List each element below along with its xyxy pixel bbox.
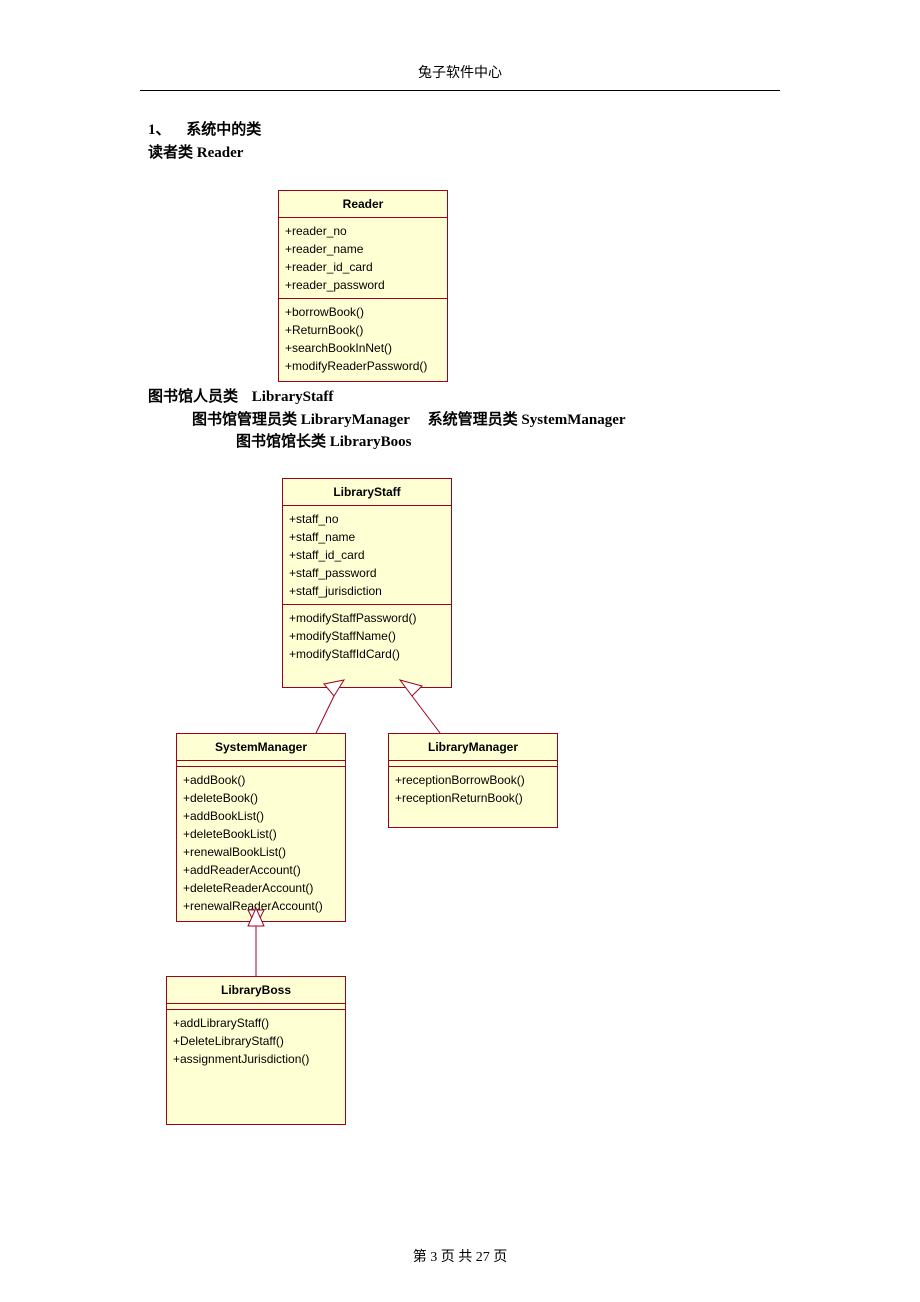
- section-title: 系统中的类: [186, 122, 261, 138]
- uml-op: +renewalReaderAccount(): [183, 897, 339, 915]
- uml-op: +renewalBookList(): [183, 843, 339, 861]
- uml-attr: +staff_jurisdiction: [289, 582, 445, 600]
- uml-ops: +modifyStaffPassword() +modifyStaffName(…: [283, 605, 451, 687]
- uml-op: +borrowBook(): [285, 303, 441, 321]
- uml-ops: +addBook() +deleteBook() +addBookList() …: [177, 767, 345, 921]
- uml-attr: +staff_no: [289, 510, 445, 528]
- uml-op: +addReaderAccount(): [183, 861, 339, 879]
- uml-class-systemmanager: SystemManager +addBook() +deleteBook() +…: [176, 733, 346, 922]
- section-heading: 1、 系统中的类: [148, 119, 772, 142]
- page-number-label: 第 3 页 共 27 页: [413, 1250, 508, 1265]
- uml-attr: +reader_no: [285, 222, 441, 240]
- uml-ops: +receptionBorrowBook() +receptionReturnB…: [389, 767, 557, 827]
- uml-op: +addBook(): [183, 771, 339, 789]
- uml-op: +deleteBookList(): [183, 825, 339, 843]
- page-footer: 第 3 页 共 27 页: [0, 1246, 920, 1266]
- uml-op: +modifyStaffPassword(): [289, 609, 445, 627]
- uml-title: Reader: [279, 191, 447, 218]
- reader-class-label: 读者类 Reader: [148, 142, 772, 165]
- reader-diagram: Reader +reader_no +reader_name +reader_i…: [148, 170, 768, 380]
- uml-class-librarymanager: LibraryManager +receptionBorrowBook() +r…: [388, 733, 558, 828]
- uml-op: +modifyStaffIdCard(): [289, 645, 445, 663]
- uml-attrs: +reader_no +reader_name +reader_id_card …: [279, 218, 447, 299]
- uml-op: +receptionReturnBook(): [395, 789, 551, 807]
- uml-attr: +reader_id_card: [285, 258, 441, 276]
- uml-class-librarystaff: LibraryStaff +staff_no +staff_name +staf…: [282, 478, 452, 688]
- staff-label-pre: 图书馆人员类: [148, 389, 238, 405]
- uml-op: +searchBookInNet(): [285, 339, 441, 357]
- uml-ops: +borrowBook() +ReturnBook() +searchBookI…: [279, 299, 447, 381]
- uml-ops: +addLibraryStaff() +DeleteLibraryStaff()…: [167, 1010, 345, 1124]
- boss-label: 图书馆馆长类 LibraryBoos: [148, 431, 772, 454]
- uml-attr: +reader_password: [285, 276, 441, 294]
- uml-op: +deleteBook(): [183, 789, 339, 807]
- library-staff-heading: 图书馆人员类 LibraryStaff: [148, 386, 772, 409]
- uml-class-libraryboss: LibraryBoss +addLibraryStaff() +DeleteLi…: [166, 976, 346, 1125]
- staff-label-cls: LibraryStaff: [252, 389, 334, 405]
- uml-op: +modifyStaffName(): [289, 627, 445, 645]
- uml-op: +ReturnBook(): [285, 321, 441, 339]
- uml-attr: +staff_password: [289, 564, 445, 582]
- uml-title: SystemManager: [177, 734, 345, 761]
- section-number: 1、: [148, 122, 171, 138]
- uml-attr: +reader_name: [285, 240, 441, 258]
- uml-title: LibraryStaff: [283, 479, 451, 506]
- subclasses-line-1: 图书馆管理员类 LibraryManager 系统管理员类 SystemMana…: [148, 409, 772, 432]
- uml-attr: +staff_id_card: [289, 546, 445, 564]
- uml-class-reader: Reader +reader_no +reader_name +reader_i…: [278, 190, 448, 382]
- uml-op: +deleteReaderAccount(): [183, 879, 339, 897]
- sm-label: 系统管理员类 SystemManager: [428, 412, 626, 428]
- uml-attr: +staff_name: [289, 528, 445, 546]
- uml-title: LibraryBoss: [167, 977, 345, 1004]
- uml-attrs: +staff_no +staff_name +staff_id_card +st…: [283, 506, 451, 605]
- page-header-center: 兔子软件中心: [0, 0, 920, 82]
- uml-title: LibraryManager: [389, 734, 557, 761]
- page-content: 1、 系统中的类 读者类 Reader Reader +reader_no +r…: [0, 91, 920, 1180]
- lm-label: 图书馆管理员类 LibraryManager: [192, 412, 410, 428]
- uml-op: +DeleteLibraryStaff(): [173, 1032, 339, 1050]
- uml-op: +assignmentJurisdiction(): [173, 1050, 339, 1068]
- uml-op: +modifyReaderPassword(): [285, 357, 441, 375]
- uml-op: +addBookList(): [183, 807, 339, 825]
- staff-hierarchy-diagram: LibraryStaff +staff_no +staff_name +staf…: [148, 460, 768, 1180]
- uml-op: +receptionBorrowBook(): [395, 771, 551, 789]
- uml-op: +addLibraryStaff(): [173, 1014, 339, 1032]
